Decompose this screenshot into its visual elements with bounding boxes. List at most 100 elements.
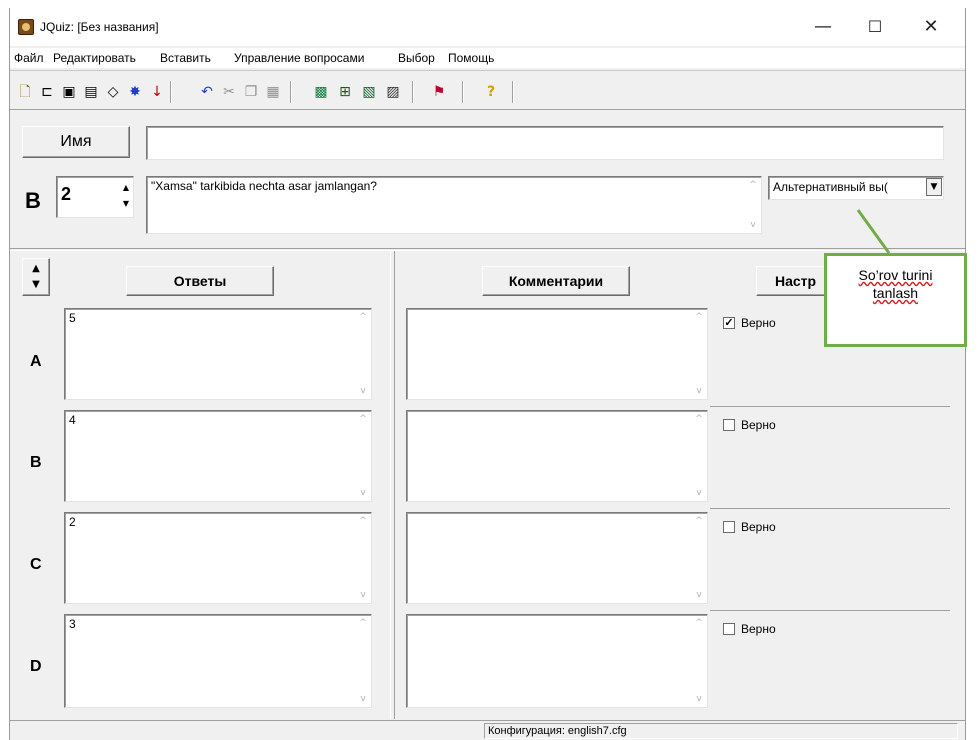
app-window: JQuiz: [Без названия] — ☐ ✕ Файл Редакти…	[9, 8, 966, 740]
answer-input-a[interactable]: 5 ^ v	[64, 308, 372, 400]
add-question-icon[interactable]: ▩	[312, 83, 330, 101]
title-bar: JQuiz: [Без названия] — ☐ ✕	[10, 8, 965, 46]
checkbox-checked-icon[interactable]: ✓	[723, 317, 735, 329]
help-icon[interactable]: ?	[482, 83, 500, 101]
copy-icon[interactable]: ❐	[242, 83, 260, 101]
correct-label-a: Верно	[741, 316, 776, 330]
question-number: 2	[61, 184, 72, 204]
question-type-select[interactable]: Альтернативный вы( ▼	[768, 176, 944, 200]
answer-row-separator	[710, 406, 950, 407]
answers-header-button[interactable]: Ответы	[126, 266, 274, 296]
config-status: Конфигурация: english7.cfg	[484, 723, 958, 739]
maximize-icon[interactable]: ☐	[852, 8, 898, 46]
answer-letter-c: C	[30, 556, 42, 573]
question-text: "Xamsa" tarkibida nechta asar jamlangan?	[151, 179, 377, 193]
spin-up-icon[interactable]: ▲	[121, 180, 131, 196]
scroll-up-icon[interactable]: ^	[694, 618, 704, 628]
scroll-down-icon[interactable]: v	[358, 590, 368, 600]
app-icon	[18, 19, 34, 35]
save-as-icon[interactable]: ▤	[82, 83, 100, 101]
correct-label-d: Верно	[741, 622, 776, 636]
correct-label-b: Верно	[741, 418, 776, 432]
comment-input-b[interactable]: ^ v	[406, 410, 708, 502]
down-arrow-icon[interactable]: ↓	[148, 83, 166, 101]
question-text-area[interactable]: "Xamsa" tarkibida nechta asar jamlangan?…	[146, 176, 762, 234]
toolbar-separator	[290, 81, 292, 103]
scroll-up-icon[interactable]: ^	[694, 516, 704, 526]
annotation-callout: So’rov turini tanlash	[824, 253, 967, 347]
answer-letter-a: A	[30, 353, 42, 370]
answer-row-separator	[710, 610, 950, 611]
flag-icon[interactable]: ⚑	[430, 83, 448, 101]
scroll-up-icon[interactable]: ^	[358, 414, 368, 424]
answer-row-separator	[710, 508, 950, 509]
minimize-icon[interactable]: —	[800, 8, 846, 46]
save-icon[interactable]: ▣	[60, 83, 78, 101]
undo-icon[interactable]: ↶	[198, 83, 216, 101]
question-label: В	[25, 188, 41, 213]
question-number-input[interactable]: 2 ▲ ▼	[56, 176, 134, 218]
answer-input-d[interactable]: 3 ^ v	[64, 614, 372, 708]
scroll-down-icon[interactable]: v	[694, 590, 704, 600]
image-edit-icon[interactable]: ▨	[384, 83, 402, 101]
comment-input-a[interactable]: ^ v	[406, 308, 708, 400]
horizontal-splitter[interactable]	[10, 248, 965, 251]
clear-icon[interactable]: ◇	[104, 83, 122, 101]
name-input[interactable]	[146, 126, 944, 160]
scroll-down-icon[interactable]: v	[358, 386, 368, 396]
menu-help[interactable]: Помощь	[448, 51, 494, 65]
spin-down-icon[interactable]: ▼	[121, 196, 131, 212]
scroll-down-icon[interactable]: v	[694, 386, 704, 396]
scroll-down-icon[interactable]: v	[748, 220, 758, 230]
question-type-value: Альтернативный вы(	[773, 180, 888, 194]
callout-line-2: tanlash	[872, 285, 919, 301]
comment-input-c[interactable]: ^ v	[406, 512, 708, 604]
scroll-down-icon[interactable]: v	[694, 694, 704, 704]
scroll-up-icon[interactable]: ^	[358, 516, 368, 526]
reorder-answers-button[interactable]: ▲ ▼	[22, 258, 50, 296]
scroll-down-icon[interactable]: v	[358, 694, 368, 704]
cut-icon[interactable]: ✂	[220, 83, 238, 101]
answer-text-d: 3	[69, 617, 76, 631]
question-spinner[interactable]: ▲ ▼	[121, 180, 131, 212]
new-file-icon[interactable]: 🗋	[16, 83, 34, 101]
comment-input-d[interactable]: ^ v	[406, 614, 708, 708]
comments-header-button[interactable]: Комментарии	[482, 266, 630, 296]
toolbar-separator	[512, 81, 514, 103]
scroll-down-icon[interactable]: v	[694, 488, 704, 498]
window-title: JQuiz: [Без названия]	[40, 20, 159, 34]
answer-text-b: 4	[69, 413, 76, 427]
open-folder-icon[interactable]: ⊏	[38, 83, 56, 101]
checkbox-icon[interactable]	[723, 623, 735, 635]
name-button[interactable]: Имя	[22, 126, 130, 158]
menu-bar: Файл Редактировать Вставить Управление в…	[10, 48, 965, 68]
toolbar-separator	[412, 81, 414, 103]
paste-icon[interactable]: ▦	[264, 83, 282, 101]
scroll-up-icon[interactable]: ^	[358, 618, 368, 628]
scroll-up-icon[interactable]: ^	[694, 414, 704, 424]
answer-letter-d: D	[30, 658, 42, 675]
answer-input-b[interactable]: 4 ^ v	[64, 410, 372, 502]
image-icon[interactable]: ▧	[360, 83, 378, 101]
toolbar: 🗋 ⊏ ▣ ▤ ◇ ✸ ↓ ↶ ✂ ❐ ▦ ▩ ⊞ ▧ ▨ ⚑ ?	[10, 70, 965, 110]
vertical-splitter[interactable]	[390, 251, 395, 719]
menu-edit[interactable]: Редактировать	[53, 51, 136, 65]
answer-input-c[interactable]: 2 ^ v	[64, 512, 372, 604]
toolbar-separator	[170, 81, 172, 103]
menu-insert[interactable]: Вставить	[160, 51, 211, 65]
menu-file[interactable]: Файл	[14, 51, 44, 65]
scroll-up-icon[interactable]: ^	[748, 180, 758, 190]
scroll-up-icon[interactable]: ^	[358, 312, 368, 322]
scroll-down-icon[interactable]: v	[358, 488, 368, 498]
export-icon[interactable]: ⊞	[336, 83, 354, 101]
checkbox-icon[interactable]	[723, 521, 735, 533]
answer-text-c: 2	[69, 515, 76, 529]
checkbox-icon[interactable]	[723, 419, 735, 431]
answer-letter-b: B	[30, 454, 42, 471]
chevron-down-icon[interactable]: ▼	[926, 178, 942, 196]
close-icon[interactable]: ✕	[908, 8, 954, 46]
menu-select[interactable]: Выбор	[398, 51, 435, 65]
web-export-icon[interactable]: ✸	[126, 83, 144, 101]
scroll-up-icon[interactable]: ^	[694, 312, 704, 322]
menu-manage-questions[interactable]: Управление вопросами	[234, 51, 364, 65]
